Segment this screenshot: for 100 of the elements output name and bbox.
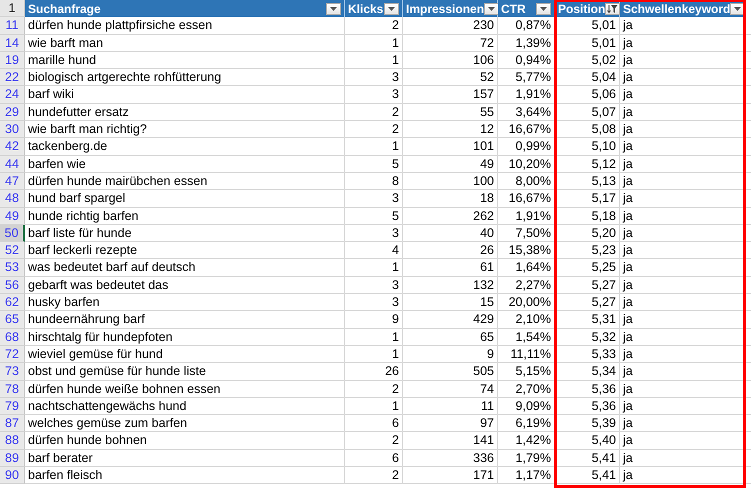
table-cell: husky barfen — [25, 294, 345, 312]
table-cell: 26 — [403, 242, 498, 260]
column-header: Klicks — [348, 2, 384, 16]
table-cell: 5,12 — [555, 156, 620, 173]
table-cell: 262 — [403, 208, 498, 225]
dropdown-button[interactable] — [384, 2, 399, 15]
table-cell: barfen wie — [25, 156, 345, 173]
row-number[interactable]: 47 — [0, 172, 25, 190]
table-cell: 2 — [345, 17, 403, 35]
table-cell: ja — [620, 363, 745, 381]
table-cell: barf wiki — [25, 86, 345, 104]
table-cell: 1 — [345, 346, 403, 364]
table-cell: 12 — [403, 121, 498, 138]
table-cell: 1 — [345, 328, 403, 346]
table-cell: 5,15% — [498, 363, 555, 381]
table-cell: nachtschattengewächs hund — [25, 398, 345, 416]
table-cell: 3 — [345, 276, 403, 294]
table-cell: marille hund — [25, 52, 345, 70]
table-cell: ja — [620, 415, 745, 432]
table-cell: barf berater — [25, 450, 345, 468]
table-cell: 52 — [403, 69, 498, 86]
table-cell: 6 — [345, 415, 403, 432]
table-cell: 429 — [403, 311, 498, 329]
table-cell: ja — [620, 294, 745, 312]
column-header: CTR — [501, 2, 526, 16]
table-cell: 5,40 — [555, 432, 620, 450]
table-cell: 2,10% — [498, 311, 555, 329]
row-number[interactable]: 24 — [0, 86, 25, 104]
table-cell: 9 — [403, 346, 498, 364]
row-number[interactable]: 50 — [0, 224, 25, 242]
table-cell: 11 — [403, 398, 498, 416]
row-number[interactable]: 22 — [0, 69, 25, 86]
table-cell: 5,34 — [555, 363, 620, 381]
table-cell: 5,01 — [555, 34, 620, 52]
table-cell: 5,77% — [498, 69, 555, 86]
table-cell: 3 — [345, 224, 403, 242]
row-number[interactable]: 87 — [0, 415, 25, 432]
row-number[interactable]: 65 — [0, 311, 25, 329]
filter-button[interactable] — [605, 2, 620, 15]
table-cell: ja — [620, 242, 745, 260]
table-cell: 11,11% — [498, 346, 555, 364]
table-cell: ja — [620, 172, 745, 190]
table-cell: hund barf spargel — [25, 190, 345, 208]
table-cell: 1,79% — [498, 450, 555, 468]
sort-filter-icon — [607, 4, 618, 14]
table-cell: 5 — [345, 156, 403, 173]
row-number[interactable]: 11 — [0, 17, 25, 35]
row-number[interactable]: 78 — [0, 380, 25, 398]
row-number[interactable]: 89 — [0, 450, 25, 468]
table-cell: 141 — [403, 432, 498, 450]
row-number[interactable]: 48 — [0, 190, 25, 208]
table-cell: ja — [620, 138, 745, 156]
table-cell: 5,04 — [555, 69, 620, 86]
row-number[interactable]: 56 — [0, 276, 25, 294]
row-number[interactable]: 30 — [0, 121, 25, 138]
row-number[interactable]: 72 — [0, 346, 25, 364]
row-number[interactable]: 19 — [0, 52, 25, 70]
column-header: Position — [558, 2, 606, 16]
table-cell: 1 — [345, 259, 403, 277]
table-cell: 40 — [403, 224, 498, 242]
table-cell: 5,18 — [555, 208, 620, 225]
row-number[interactable]: 90 — [0, 467, 25, 484]
table-cell: dürfen hunde plattpfirsiche essen — [25, 17, 345, 35]
table-cell: ja — [620, 311, 745, 329]
table-cell: 106 — [403, 52, 498, 70]
row-number[interactable]: 14 — [0, 34, 25, 52]
table-cell: 9,09% — [498, 398, 555, 416]
table-cell: 0,94% — [498, 52, 555, 70]
row-number[interactable]: 62 — [0, 294, 25, 312]
row-number[interactable]: 73 — [0, 363, 25, 381]
table-cell: ja — [620, 69, 745, 86]
row-number[interactable]: 53 — [0, 259, 25, 277]
table-cell: 5,36 — [555, 398, 620, 416]
table-cell: 3 — [345, 69, 403, 86]
table-cell: dürfen hunde mairübchen essen — [25, 172, 345, 190]
dropdown-button[interactable] — [326, 2, 341, 15]
row-number[interactable]: 49 — [0, 208, 25, 225]
table-cell: ja — [620, 52, 745, 70]
table-cell: ja — [620, 450, 745, 468]
table-cell: 5,27 — [555, 276, 620, 294]
dropdown-button[interactable] — [484, 2, 500, 15]
row-number[interactable]: 68 — [0, 328, 25, 346]
row-number[interactable]: 29 — [0, 104, 25, 122]
table-cell: 26 — [345, 363, 403, 381]
row-number: 1 — [0, 0, 25, 18]
table-cell: 65 — [403, 328, 498, 346]
dropdown-button[interactable] — [536, 2, 551, 15]
row-number[interactable]: 52 — [0, 242, 25, 260]
table-cell: 157 — [403, 86, 498, 104]
table-cell: 5,06 — [555, 86, 620, 104]
table-cell: 2,70% — [498, 380, 555, 398]
caret-icon — [540, 6, 547, 11]
row-number[interactable]: 88 — [0, 432, 25, 450]
table-cell: 5,08 — [555, 121, 620, 138]
table-cell: 5,25 — [555, 259, 620, 277]
row-number[interactable]: 42 — [0, 138, 25, 156]
table-cell: ja — [620, 467, 745, 484]
row-number[interactable]: 44 — [0, 156, 25, 173]
row-number[interactable]: 79 — [0, 398, 25, 416]
table-cell: wieviel gemüse für hund — [25, 346, 345, 364]
